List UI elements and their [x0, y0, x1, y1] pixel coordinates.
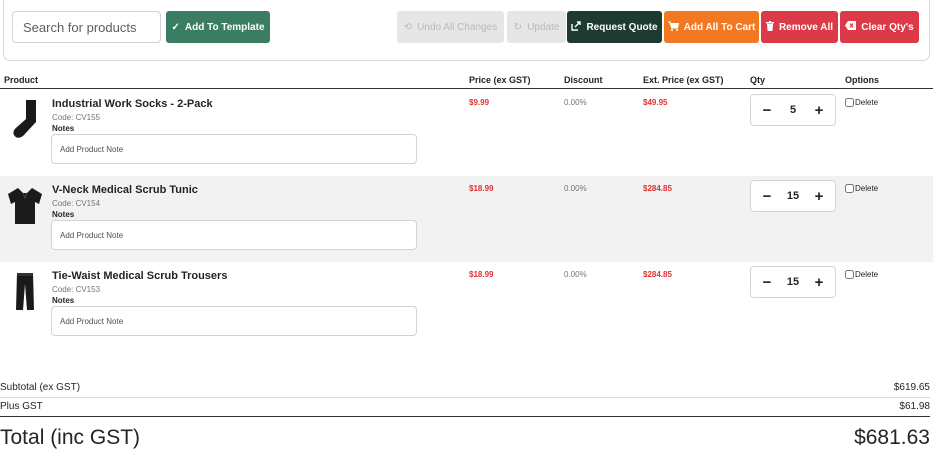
notes-label: Notes [52, 124, 75, 133]
trousers-icon [6, 270, 44, 312]
table-row: Industrial Work Socks - 2-Pack Code: CV1… [0, 90, 933, 176]
total-divider [0, 416, 930, 417]
ext-price: $284.85 [643, 184, 672, 193]
gst-label: Plus GST [0, 401, 43, 412]
header-product: Product [4, 75, 39, 85]
delete-label: Delete [855, 270, 879, 279]
share-icon [571, 20, 582, 34]
undo-icon: ⟲ [403, 21, 413, 33]
backspace-icon [845, 21, 857, 33]
increment-button[interactable]: + [813, 274, 825, 291]
discount-value: 0.00% [564, 184, 587, 193]
quantity-value[interactable]: 5 [790, 104, 796, 116]
remove-all-label: Remove All [778, 21, 834, 33]
product-name[interactable]: Industrial Work Socks - 2-Pack [52, 98, 213, 110]
header-ext-price: Ext. Price (ex GST) [643, 75, 724, 85]
unit-price: $18.99 [469, 270, 494, 279]
increment-button[interactable]: + [813, 188, 825, 205]
delete-option[interactable]: Delete [845, 98, 878, 107]
check-icon: ✓ [171, 21, 180, 33]
cart-icon [667, 21, 679, 34]
quantity-stepper: − 5 + [750, 94, 836, 126]
delete-option[interactable]: Delete [845, 184, 878, 193]
increment-button[interactable]: + [813, 102, 825, 119]
delete-label: Delete [855, 98, 879, 107]
product-note-input[interactable] [51, 134, 417, 164]
undo-all-label: Undo All Changes [417, 21, 498, 33]
delete-checkbox[interactable] [845, 184, 854, 193]
product-note-input[interactable] [51, 220, 417, 250]
ext-price: $284.85 [643, 270, 672, 279]
quantity-value[interactable]: 15 [787, 276, 799, 288]
quantity-value[interactable]: 15 [787, 190, 799, 202]
product-code: Code: CV155 [52, 113, 101, 122]
search-input[interactable] [12, 11, 161, 43]
toolbar: ✓ Add To Template ⟲ Undo All Changes ↻ U… [3, 0, 930, 61]
decrement-button[interactable]: − [761, 188, 773, 205]
product-code: Code: CV153 [52, 285, 101, 294]
delete-checkbox[interactable] [845, 98, 854, 107]
total-value: $681.63 [854, 426, 930, 449]
tunic-icon [6, 184, 44, 226]
add-all-to-cart-button[interactable]: Add All To Cart [664, 11, 759, 43]
add-to-template-label: Add To Template [184, 21, 265, 33]
delete-option[interactable]: Delete [845, 270, 878, 279]
discount-value: 0.00% [564, 98, 587, 107]
update-button[interactable]: ↻ Update [507, 11, 566, 43]
product-note-input[interactable] [51, 306, 417, 336]
sock-icon [6, 98, 44, 140]
update-label: Update [527, 21, 560, 33]
table-row: Tie-Waist Medical Scrub Trousers Code: C… [0, 262, 933, 348]
remove-all-button[interactable]: Remove All [761, 11, 838, 43]
total-label: Total (inc GST) [0, 426, 141, 449]
delete-label: Delete [855, 184, 879, 193]
notes-label: Notes [52, 210, 75, 219]
ext-price: $49.95 [643, 98, 668, 107]
product-name[interactable]: V-Neck Medical Scrub Tunic [52, 184, 198, 196]
header-discount: Discount [564, 75, 603, 85]
request-quote-button[interactable]: Request Quote [567, 11, 662, 43]
unit-price: $18.99 [469, 184, 494, 193]
notes-label: Notes [52, 296, 75, 305]
table-header-divider [0, 88, 933, 89]
add-all-to-cart-label: Add All To Cart [683, 21, 756, 33]
decrement-button[interactable]: − [761, 274, 773, 291]
clear-qtys-label: Clear Qty's [861, 21, 914, 33]
header-qty: Qty [750, 75, 766, 85]
discount-value: 0.00% [564, 270, 587, 279]
subtotal-label: Subtotal (ex GST) [0, 382, 81, 393]
gst-value: $61.98 [899, 401, 930, 412]
unit-price: $9.99 [469, 98, 490, 107]
header-price: Price (ex GST) [469, 75, 531, 85]
refresh-icon: ↻ [513, 21, 523, 33]
clear-qtys-button[interactable]: Clear Qty's [840, 11, 919, 43]
quantity-stepper: − 15 + [750, 180, 836, 212]
table-row: V-Neck Medical Scrub Tunic Code: CV154 N… [0, 176, 933, 262]
subtotal-divider [0, 397, 930, 398]
decrement-button[interactable]: − [761, 102, 773, 119]
quantity-stepper: − 15 + [750, 266, 836, 298]
header-options: Options [845, 75, 879, 85]
undo-all-changes-button[interactable]: ⟲ Undo All Changes [397, 11, 504, 43]
add-to-template-button[interactable]: ✓ Add To Template [166, 11, 270, 43]
request-quote-label: Request Quote [586, 21, 658, 33]
trash-icon [765, 20, 774, 34]
product-name[interactable]: Tie-Waist Medical Scrub Trousers [52, 270, 227, 282]
product-code: Code: CV154 [52, 199, 101, 208]
subtotal-value: $619.65 [893, 382, 930, 393]
delete-checkbox[interactable] [845, 270, 854, 279]
